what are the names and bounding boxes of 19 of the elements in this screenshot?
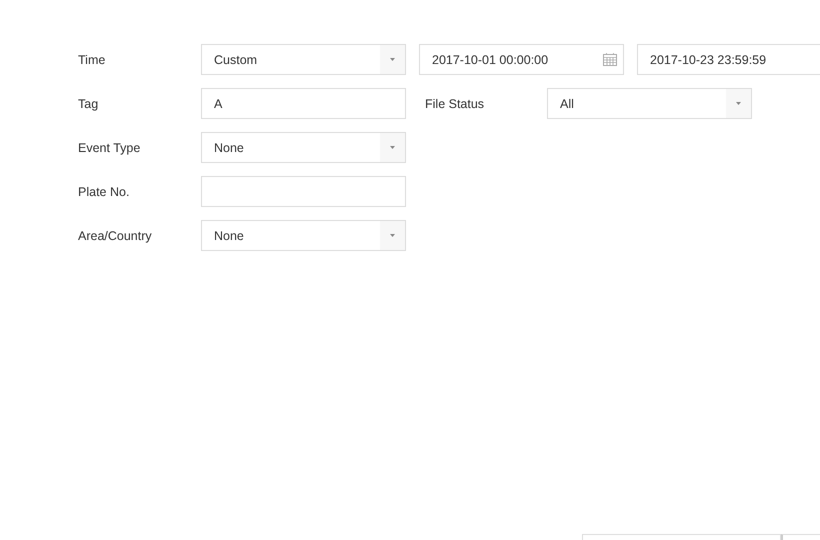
dropdown[interactable]: None <box>201 132 406 163</box>
field-label: Event Type <box>78 140 142 154</box>
dropdown[interactable]: None <box>201 220 406 251</box>
dropdown[interactable]: Custom <box>201 44 406 75</box>
field-label: Tag <box>78 96 100 110</box>
input-field[interactable]: A <box>201 88 406 119</box>
caret-icon <box>736 102 741 105</box>
field-label: Time <box>78 52 106 66</box>
date-field[interactable]: 2017-10-01 00:00:00 <box>419 44 624 75</box>
field-label: Plate No. <box>78 184 130 198</box>
dropdown[interactable]: All <box>547 88 752 119</box>
caret-icon <box>390 146 395 149</box>
date-field[interactable]: 2017-10-23 23:59:59 <box>637 44 820 75</box>
caret-icon <box>390 234 395 237</box>
field-label: File Status <box>425 96 486 110</box>
field-label: Area/Country <box>78 228 153 242</box>
input-field[interactable] <box>201 176 406 207</box>
calendar-icon <box>603 53 617 66</box>
caret-icon <box>390 58 395 61</box>
